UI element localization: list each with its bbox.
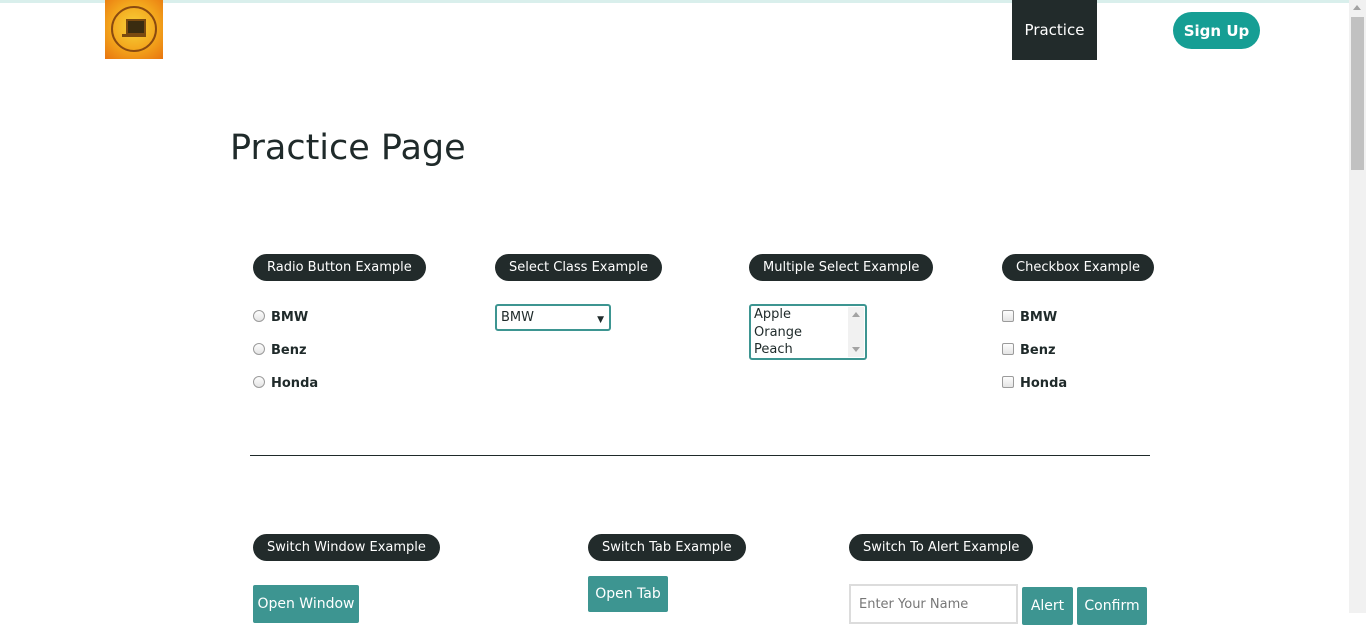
multi-select-section-legend: Multiple Select Example: [749, 254, 934, 281]
name-input[interactable]: Enter Your Name: [849, 584, 1018, 624]
select-value: BMW: [501, 310, 534, 325]
alert-button[interactable]: Alert: [1022, 587, 1073, 625]
signup-button[interactable]: Sign Up: [1173, 12, 1260, 49]
checkbox[interactable]: [1002, 375, 1014, 388]
checkbox-option-bmw[interactable]: BMW: [1002, 309, 1058, 325]
radio-button[interactable]: [253, 309, 265, 322]
switch-window-legend: Switch Window Example: [253, 534, 440, 561]
scroll-down-icon[interactable]: [852, 347, 860, 352]
dropdown-arrow-icon: ▼: [597, 315, 604, 325]
computer-icon: [126, 19, 146, 35]
checkbox-label: BMW: [1020, 310, 1058, 325]
open-tab-button[interactable]: Open Tab: [588, 576, 668, 612]
radio-option-honda[interactable]: Honda: [253, 375, 319, 391]
checkbox[interactable]: [1002, 309, 1014, 322]
scroll-up-icon[interactable]: [1353, 5, 1361, 10]
switch-alert-legend: Switch To Alert Example: [849, 534, 1034, 561]
radio-button[interactable]: [253, 375, 265, 388]
checkbox-section-legend: Checkbox Example: [1002, 254, 1155, 281]
section-divider: [250, 455, 1150, 456]
multi-select-scrollbar[interactable]: [848, 307, 864, 357]
scroll-up-icon[interactable]: [852, 312, 860, 317]
radio-button[interactable]: [253, 342, 265, 355]
scrollbar-thumb[interactable]: [1351, 17, 1364, 170]
fruit-multi-select[interactable]: Apple Orange Peach: [749, 304, 867, 360]
checkbox-option-benz[interactable]: Benz: [1002, 342, 1056, 358]
checkbox-label: Honda: [1020, 376, 1068, 391]
car-select-dropdown[interactable]: BMW ▼: [495, 304, 611, 331]
checkbox-label: Benz: [1020, 343, 1056, 358]
checkbox[interactable]: [1002, 342, 1014, 355]
page-scrollbar[interactable]: [1349, 0, 1366, 613]
open-window-button[interactable]: Open Window: [253, 585, 359, 623]
radio-label: Honda: [271, 376, 319, 391]
radio-option-bmw[interactable]: BMW: [253, 309, 309, 325]
radio-section-legend: Radio Button Example: [253, 254, 426, 281]
top-border: [0, 0, 1349, 3]
select-section-legend: Select Class Example: [495, 254, 662, 281]
radio-label: BMW: [271, 310, 309, 325]
switch-tab-legend: Switch Tab Example: [588, 534, 746, 561]
page-title: Practice Page: [230, 128, 466, 168]
radio-option-benz[interactable]: Benz: [253, 342, 307, 358]
site-logo[interactable]: [105, 0, 163, 59]
radio-label: Benz: [271, 343, 307, 358]
checkbox-option-honda[interactable]: Honda: [1002, 375, 1068, 391]
confirm-button[interactable]: Confirm: [1077, 587, 1147, 625]
nav-practice-link[interactable]: Practice: [1012, 0, 1097, 60]
computer-base-icon: [122, 34, 146, 37]
